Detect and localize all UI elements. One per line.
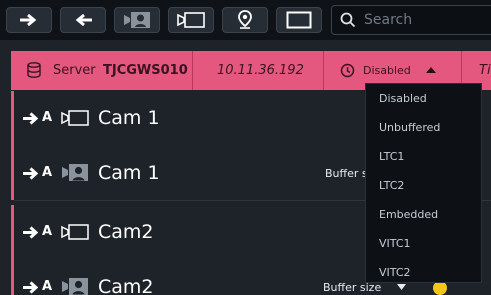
dropdown-option-vitc1[interactable]: VITC1 xyxy=(379,237,411,250)
search-input[interactable] xyxy=(364,12,491,28)
server-label: Server xyxy=(53,63,96,78)
toolbar xyxy=(0,0,491,40)
camera-name: Cam2 xyxy=(98,221,154,243)
chevron-up-icon xyxy=(426,67,436,73)
forward-button[interactable] xyxy=(6,7,52,33)
timecode-dropdown-menu: Disabled Unbuffered LTC1 LTC2 Embedded V… xyxy=(365,83,482,283)
buffer-size-label: Buffer s xyxy=(325,167,368,180)
arrow-left-icon xyxy=(75,13,92,27)
camera-name: Cam 1 xyxy=(98,107,160,129)
search-icon xyxy=(340,12,356,28)
dropdown-option-ltc2[interactable]: LTC2 xyxy=(379,179,404,192)
camera-outline-icon xyxy=(61,110,89,126)
camera-letter: A xyxy=(42,165,53,180)
camera-letter: A xyxy=(42,110,53,125)
database-icon xyxy=(27,62,41,78)
dropdown-option-vitc2[interactable]: VITC2 xyxy=(379,266,411,279)
back-button[interactable] xyxy=(60,7,106,33)
arrow-right-icon xyxy=(23,226,39,239)
arrow-right-icon xyxy=(23,167,39,180)
dropdown-option-embedded[interactable]: Embedded xyxy=(379,208,438,221)
camera-user-icon xyxy=(124,12,150,28)
timecode-value: Disabled xyxy=(363,64,411,77)
rectangle-icon xyxy=(286,11,312,29)
camera-user-icon xyxy=(62,278,88,295)
camera-name: Cam2 xyxy=(98,276,154,295)
camera-button[interactable] xyxy=(168,7,214,33)
column-divider xyxy=(192,51,193,90)
warning-icon xyxy=(433,281,447,295)
chevron-down-icon[interactable] xyxy=(397,284,406,290)
map-pin-icon xyxy=(238,10,252,29)
fullscreen-button[interactable] xyxy=(276,7,322,33)
server-ip: 10.11.36.192 xyxy=(217,63,304,78)
camera-letter: A xyxy=(42,279,53,294)
app-window: Server TJCGWS010 10.11.36.192 Disabled T… xyxy=(0,0,491,295)
camera-outline-icon xyxy=(177,12,205,28)
dropdown-option-disabled[interactable]: Disabled xyxy=(379,92,427,105)
dropdown-option-ltc1[interactable]: LTC1 xyxy=(379,150,404,163)
dropdown-option-unbuffered[interactable]: Unbuffered xyxy=(379,121,440,134)
camera-outline-icon xyxy=(61,224,89,240)
search-box[interactable] xyxy=(331,5,491,35)
camera-letter: A xyxy=(42,224,53,239)
camera-user-button[interactable] xyxy=(114,7,160,33)
arrow-right-icon xyxy=(23,112,39,125)
server-extra-column: Ti xyxy=(479,63,491,78)
camera-user-icon xyxy=(62,164,88,181)
server-name: TJCGWS010 xyxy=(103,63,188,78)
arrow-right-icon xyxy=(20,13,37,27)
location-button[interactable] xyxy=(222,7,268,33)
camera-name: Cam 1 xyxy=(98,162,160,184)
arrow-right-icon xyxy=(23,281,39,294)
clock-alert-icon xyxy=(340,63,355,78)
